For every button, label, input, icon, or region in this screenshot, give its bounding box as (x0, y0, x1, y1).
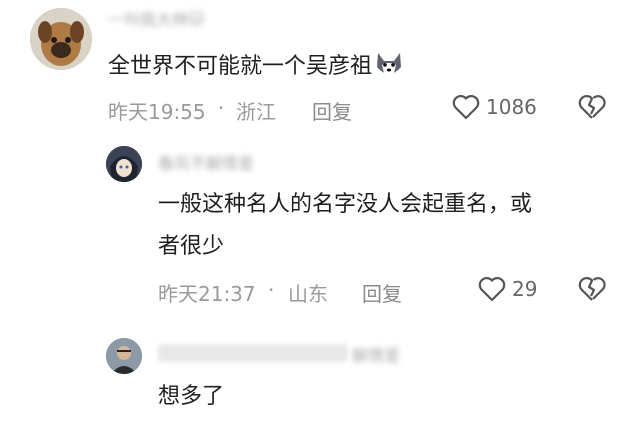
comment-location: 浙江 (236, 100, 276, 124)
reply-separator: · (268, 278, 275, 302)
reply-avatar[interactable] (106, 146, 142, 182)
person-avatar-icon (106, 338, 142, 374)
comment-time: 昨天19:55 (108, 100, 206, 124)
comment-dislike-button[interactable] (578, 94, 606, 124)
reply-text: 一般这种名人的名字没人会起重名，或 者很少 (158, 184, 532, 268)
comment-text: 全世界不可能就一个吴彦祖 (108, 46, 404, 94)
reply-reply-button[interactable]: 回复 (362, 278, 402, 307)
heart-outline-icon (478, 277, 506, 302)
comment-text-body: 全世界不可能就一个吴彦祖 (108, 54, 373, 79)
reply-time: 昨天21:37 (158, 282, 256, 306)
reply2-text: 想多了 (158, 384, 225, 409)
commenter-username[interactable]: 一叫我大林🐱 (108, 6, 205, 30)
reply-username[interactable]: 春风不解情爱 (158, 150, 254, 174)
commenter-avatar[interactable] (30, 8, 92, 70)
comment-like-button[interactable]: 1086 (452, 94, 537, 120)
reply-dislike-button[interactable] (578, 276, 606, 306)
reply-like-button[interactable]: 29 (478, 276, 537, 302)
anime-character-avatar-icon (106, 146, 142, 182)
comment-separator: · (218, 96, 225, 120)
husky-face-icon (374, 51, 404, 94)
reply2-avatar[interactable] (106, 338, 142, 374)
broken-heart-icon (578, 277, 606, 301)
reply-location: 山东 (288, 282, 328, 306)
heart-outline-icon (452, 95, 480, 120)
reply-text-line1: 一般这种名人的名字没人会起重名，或 (158, 192, 533, 217)
reply2-username[interactable]: 解情爱 (352, 342, 400, 366)
reply-like-count: 29 (512, 277, 538, 301)
dog-avatar-icon (30, 8, 92, 70)
broken-heart-icon (578, 95, 606, 119)
reply2-username-redaction (158, 344, 348, 362)
comment-reply-button[interactable]: 回复 (312, 96, 352, 125)
reply-text-line2: 者很少 (158, 234, 225, 259)
comment-like-count: 1086 (486, 95, 537, 119)
